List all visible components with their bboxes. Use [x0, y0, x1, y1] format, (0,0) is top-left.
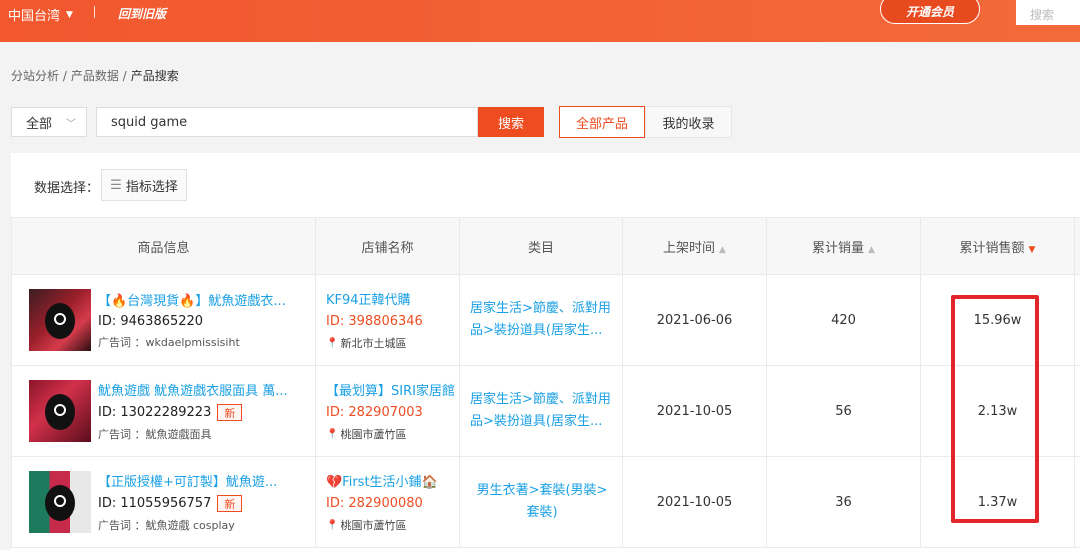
location-pin-icon: 📍 — [326, 337, 339, 349]
search-button[interactable]: 搜索 — [478, 107, 544, 137]
region-selector[interactable]: 中国台湾 ▼ — [8, 5, 73, 24]
revenue-highlight-annotation — [951, 295, 1039, 523]
breadcrumb-item-product-data[interactable]: 产品数据 / — [71, 67, 127, 84]
open-membership-button[interactable]: 开通会员 — [880, 0, 980, 24]
product-title[interactable]: 【🔥台灣現貨🔥】魷魚遊戲衣... — [98, 290, 308, 309]
shop-id: ID: 282900080 — [326, 496, 423, 511]
listed-date: 2021-10-05 — [622, 365, 767, 457]
metric-select-button[interactable]: ☰ 指标选择 — [101, 169, 187, 201]
product-table: 商品信息 店铺名称 类目 上架时间 ▲ 累计销量 ▲ 累计销售额 ▼ 【🔥台灣現貨🔥】… — [11, 217, 1080, 548]
tab-all-products[interactable]: 全部产品 — [559, 106, 645, 138]
product-title[interactable]: 【正版授權+可訂製】魷魚遊... — [98, 471, 308, 490]
top-search-input[interactable]: 搜索 — [1016, 0, 1080, 25]
product-image[interactable] — [29, 289, 91, 351]
shop-id: ID: 398806346 — [326, 314, 423, 329]
col-shop-name: 店铺名称 — [315, 217, 460, 275]
scope-select-value: 全部 — [26, 116, 53, 132]
breadcrumb-item-site-analysis[interactable]: 分站分析 / — [11, 67, 67, 84]
table-row: 魷魚遊戲 魷魚遊戲衣服面具 萬... ID: 13022289223 新 广告词 … — [11, 365, 1080, 457]
keyword-input[interactable]: squid game — [96, 107, 478, 137]
top-bar: 中国台湾 ▼ 回到旧版 开通会员 搜索 — [0, 0, 1080, 42]
table-header-row: 商品信息 店铺名称 类目 上架时间 ▲ 累计销量 ▲ 累计销售额 ▼ — [11, 217, 1080, 275]
col-listed-date[interactable]: 上架时间 ▲ — [622, 217, 767, 275]
scope-select[interactable]: 全部 ﹀ — [11, 107, 87, 137]
listed-date: 2021-06-06 — [622, 274, 767, 366]
ad-words: 广告词 ：魷魚遊戲 cosplay — [98, 519, 235, 532]
new-badge: 新 — [217, 404, 243, 421]
breadcrumb-item-product-search: 产品搜索 — [130, 69, 179, 83]
chevron-down-icon: ﹀ — [66, 118, 77, 130]
tab-my-favorites[interactable]: 我的收录 — [645, 106, 732, 138]
col-total-sales[interactable]: 累计销量 ▲ — [766, 217, 921, 275]
total-sales: 420 — [766, 274, 921, 366]
shop-location: 新北市土城區 — [340, 337, 407, 350]
sort-icon[interactable]: ▲ — [868, 245, 875, 255]
product-title[interactable]: 魷魚遊戲 魷魚遊戲衣服面具 萬... — [98, 380, 308, 399]
new-badge: 新 — [217, 495, 243, 512]
listed-date: 2021-10-05 — [622, 456, 767, 548]
col-more — [1074, 217, 1080, 275]
divider — [94, 6, 95, 18]
shop-name[interactable]: 💔First生活小鋪🏠 — [326, 471, 459, 490]
product-id: ID: 13022289223 — [98, 405, 212, 420]
shop-id: ID: 282907003 — [326, 405, 423, 420]
table-row: 【正版授權+可訂製】魷魚遊... ID: 11055956757 新 广告词 ：魷… — [11, 456, 1080, 548]
breadcrumb: 分站分析 / 产品数据 / 产品搜索 — [11, 67, 179, 84]
region-label: 中国台湾 — [8, 9, 61, 24]
ad-words: 广告词 ：魷魚遊戲面具 — [98, 428, 212, 441]
caret-down-icon: ▼ — [66, 9, 73, 20]
product-image[interactable] — [29, 471, 91, 533]
product-image[interactable] — [29, 380, 91, 442]
location-pin-icon: 📍 — [326, 519, 339, 531]
shop-name[interactable]: 【最划算】SIRI家居館 — [326, 380, 459, 399]
total-sales: 36 — [766, 456, 921, 548]
sort-desc-icon[interactable]: ▼ — [1029, 245, 1036, 255]
col-total-revenue[interactable]: 累计销售额 ▼ — [920, 217, 1075, 275]
old-version-link[interactable]: 回到旧版 — [118, 5, 166, 22]
results-panel: 数据选择： ☰ 指标选择 商品信息 店铺名称 类目 上架时间 ▲ 累计销量 ▲ 累计… — [11, 153, 1080, 550]
shop-location: 桃園市蘆竹區 — [340, 519, 407, 532]
metric-select-label: 指标选择 — [125, 179, 178, 195]
product-id: ID: 11055956757 — [98, 496, 212, 511]
data-select-label: 数据选择： — [34, 181, 100, 196]
shop-name[interactable]: KF94正韓代購 — [326, 289, 459, 308]
col-category: 类目 — [459, 217, 623, 275]
category-link[interactable]: 男生衣著>套裝(男裝> 套裝) — [459, 456, 623, 548]
product-id: ID: 9463865220 — [98, 314, 204, 329]
category-link[interactable]: 居家生活>節慶、派對用品>裝扮道具(居家生... — [459, 274, 623, 366]
location-pin-icon: 📍 — [326, 428, 339, 440]
list-icon: ☰ — [110, 177, 122, 193]
category-link[interactable]: 居家生活>節慶、派對用品>裝扮道具(居家生... — [459, 365, 623, 457]
col-product-info: 商品信息 — [11, 217, 316, 275]
shop-location: 桃園市蘆竹區 — [340, 428, 407, 441]
total-sales: 56 — [766, 365, 921, 457]
table-row: 【🔥台灣現貨🔥】魷魚遊戲衣... ID: 9463865220 广告词 ：wkd… — [11, 274, 1080, 366]
ad-words: 广告词 ：wkdaelpmissisiht — [98, 336, 240, 349]
sort-icon[interactable]: ▲ — [719, 245, 726, 255]
